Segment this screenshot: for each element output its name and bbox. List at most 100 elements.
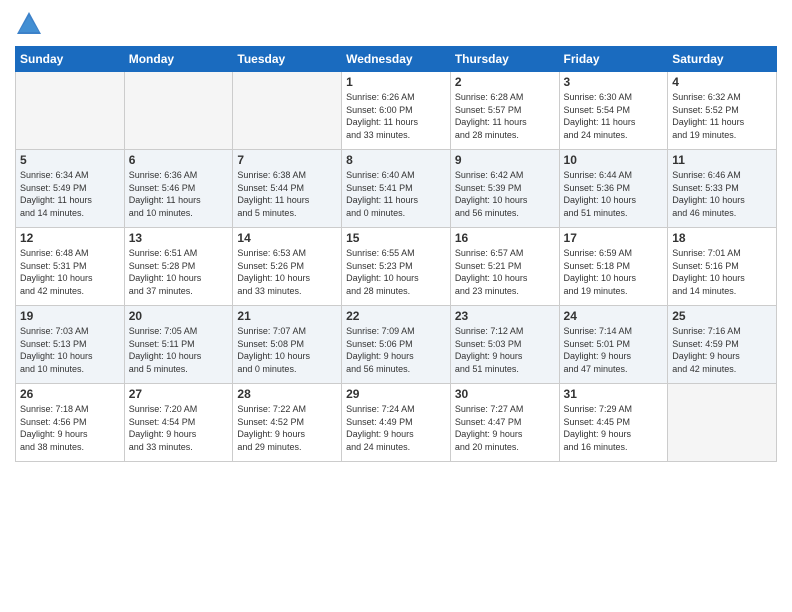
col-header-sunday: Sunday [16,47,125,72]
day-info: Sunrise: 6:30 AM Sunset: 5:54 PM Dayligh… [564,91,664,141]
page: SundayMondayTuesdayWednesdayThursdayFrid… [0,0,792,612]
day-info: Sunrise: 6:34 AM Sunset: 5:49 PM Dayligh… [20,169,120,219]
calendar-cell: 26Sunrise: 7:18 AM Sunset: 4:56 PM Dayli… [16,384,125,462]
calendar-cell: 12 Sunrise: 6:48 AM Sunset: 5:31 PM Dayli… [16,228,125,306]
calendar-cell: 23 Sunrise: 7:12 AM Sunset: 5:03 PM Dayli… [450,306,559,384]
calendar: SundayMondayTuesdayWednesdayThursdayFrid… [15,46,777,462]
day-info: Sunrise: 6:36 AM Sunset: 5:46 PM Dayligh… [129,169,229,219]
day-number: 28 [237,387,337,401]
day-info: Sunrise: 6:26 AM Sunset: 6:00 PM Dayligh… [346,91,446,141]
day-number: 18 [672,231,772,245]
calendar-cell: 28Sunrise: 7:22 AM Sunset: 4:52 PM Dayli… [233,384,342,462]
day-number: 13 [129,231,229,245]
week-row-2: 5 Sunrise: 6:34 AM Sunset: 5:49 PM Daylig… [16,150,777,228]
calendar-cell: 3 Sunrise: 6:30 AM Sunset: 5:54 PM Daylig… [559,72,668,150]
calendar-cell: 25 Sunrise: 7:16 AM Sunset: 4:59 PM Dayli… [668,306,777,384]
day-number: 12 [20,231,120,245]
calendar-cell: 20Sunrise: 7:05 AM Sunset: 5:11 PM Dayli… [124,306,233,384]
calendar-cell: 29 Sunrise: 7:24 AM Sunset: 4:49 PM Dayli… [342,384,451,462]
day-number: 23 [455,309,555,323]
day-number: 3 [564,75,664,89]
day-number: 31 [564,387,664,401]
day-info: Sunrise: 7:20 AM Sunset: 4:54 PM Dayligh… [129,403,229,453]
day-number: 1 [346,75,446,89]
day-info: Sunrise: 6:32 AM Sunset: 5:52 PM Dayligh… [672,91,772,141]
day-number: 27 [129,387,229,401]
calendar-cell: 24Sunrise: 7:14 AM Sunset: 5:01 PM Dayli… [559,306,668,384]
logo-icon [15,10,43,38]
calendar-cell: 22Sunrise: 7:09 AM Sunset: 5:06 PM Dayli… [342,306,451,384]
day-info: Sunrise: 7:24 AM Sunset: 4:49 PM Dayligh… [346,403,446,453]
day-number: 5 [20,153,120,167]
calendar-cell: 19 Sunrise: 7:03 AM Sunset: 5:13 PM Dayli… [16,306,125,384]
day-info: Sunrise: 6:48 AM Sunset: 5:31 PM Dayligh… [20,247,120,297]
day-number: 19 [20,309,120,323]
day-number: 6 [129,153,229,167]
calendar-cell: 4 Sunrise: 6:32 AM Sunset: 5:52 PM Daylig… [668,72,777,150]
day-info: Sunrise: 7:29 AM Sunset: 4:45 PM Dayligh… [564,403,664,453]
day-info: Sunrise: 6:53 AM Sunset: 5:26 PM Dayligh… [237,247,337,297]
day-info: Sunrise: 7:16 AM Sunset: 4:59 PM Dayligh… [672,325,772,375]
day-info: Sunrise: 6:46 AM Sunset: 5:33 PM Dayligh… [672,169,772,219]
day-number: 29 [346,387,446,401]
day-info: Sunrise: 7:12 AM Sunset: 5:03 PM Dayligh… [455,325,555,375]
day-number: 10 [564,153,664,167]
calendar-cell: 16Sunrise: 6:57 AM Sunset: 5:21 PM Dayli… [450,228,559,306]
day-info: Sunrise: 7:05 AM Sunset: 5:11 PM Dayligh… [129,325,229,375]
day-number: 21 [237,309,337,323]
day-number: 8 [346,153,446,167]
calendar-cell: 9Sunrise: 6:42 AM Sunset: 5:39 PM Daylig… [450,150,559,228]
day-number: 11 [672,153,772,167]
calendar-cell: 31 Sunrise: 7:29 AM Sunset: 4:45 PM Dayli… [559,384,668,462]
day-info: Sunrise: 6:40 AM Sunset: 5:41 PM Dayligh… [346,169,446,219]
logo [15,10,47,38]
day-number: 15 [346,231,446,245]
calendar-cell: 5 Sunrise: 6:34 AM Sunset: 5:49 PM Daylig… [16,150,125,228]
col-header-saturday: Saturday [668,47,777,72]
day-number: 16 [455,231,555,245]
day-number: 25 [672,309,772,323]
day-number: 7 [237,153,337,167]
day-info: Sunrise: 7:01 AM Sunset: 5:16 PM Dayligh… [672,247,772,297]
col-header-tuesday: Tuesday [233,47,342,72]
col-header-wednesday: Wednesday [342,47,451,72]
day-info: Sunrise: 6:59 AM Sunset: 5:18 PM Dayligh… [564,247,664,297]
calendar-cell: 7 Sunrise: 6:38 AM Sunset: 5:44 PM Daylig… [233,150,342,228]
calendar-cell: 15Sunrise: 6:55 AM Sunset: 5:23 PM Dayli… [342,228,451,306]
calendar-cell: 8 Sunrise: 6:40 AM Sunset: 5:41 PM Daylig… [342,150,451,228]
day-number: 14 [237,231,337,245]
day-number: 30 [455,387,555,401]
calendar-cell: 2 Sunrise: 6:28 AM Sunset: 5:57 PM Daylig… [450,72,559,150]
day-number: 24 [564,309,664,323]
calendar-cell: 21 Sunrise: 7:07 AM Sunset: 5:08 PM Dayli… [233,306,342,384]
calendar-cell [668,384,777,462]
header-row: SundayMondayTuesdayWednesdayThursdayFrid… [16,47,777,72]
day-info: Sunrise: 6:38 AM Sunset: 5:44 PM Dayligh… [237,169,337,219]
day-info: Sunrise: 6:42 AM Sunset: 5:39 PM Dayligh… [455,169,555,219]
calendar-cell: 27 Sunrise: 7:20 AM Sunset: 4:54 PM Dayli… [124,384,233,462]
calendar-cell [124,72,233,150]
week-row-1: 1 Sunrise: 6:26 AM Sunset: 6:00 PM Daylig… [16,72,777,150]
day-number: 22 [346,309,446,323]
day-number: 26 [20,387,120,401]
calendar-cell: 10Sunrise: 6:44 AM Sunset: 5:36 PM Dayli… [559,150,668,228]
col-header-friday: Friday [559,47,668,72]
day-number: 4 [672,75,772,89]
day-info: Sunrise: 7:07 AM Sunset: 5:08 PM Dayligh… [237,325,337,375]
calendar-cell: 1 Sunrise: 6:26 AM Sunset: 6:00 PM Daylig… [342,72,451,150]
calendar-cell: 6 Sunrise: 6:36 AM Sunset: 5:46 PM Daylig… [124,150,233,228]
calendar-cell: 30 Sunrise: 7:27 AM Sunset: 4:47 PM Dayli… [450,384,559,462]
col-header-monday: Monday [124,47,233,72]
day-info: Sunrise: 6:28 AM Sunset: 5:57 PM Dayligh… [455,91,555,141]
calendar-cell [233,72,342,150]
col-header-thursday: Thursday [450,47,559,72]
header [15,10,777,38]
calendar-cell [16,72,125,150]
day-number: 17 [564,231,664,245]
week-row-5: 26Sunrise: 7:18 AM Sunset: 4:56 PM Dayli… [16,384,777,462]
day-info: Sunrise: 7:03 AM Sunset: 5:13 PM Dayligh… [20,325,120,375]
week-row-3: 12 Sunrise: 6:48 AM Sunset: 5:31 PM Dayli… [16,228,777,306]
day-info: Sunrise: 7:27 AM Sunset: 4:47 PM Dayligh… [455,403,555,453]
day-number: 2 [455,75,555,89]
calendar-cell: 13Sunrise: 6:51 AM Sunset: 5:28 PM Dayli… [124,228,233,306]
